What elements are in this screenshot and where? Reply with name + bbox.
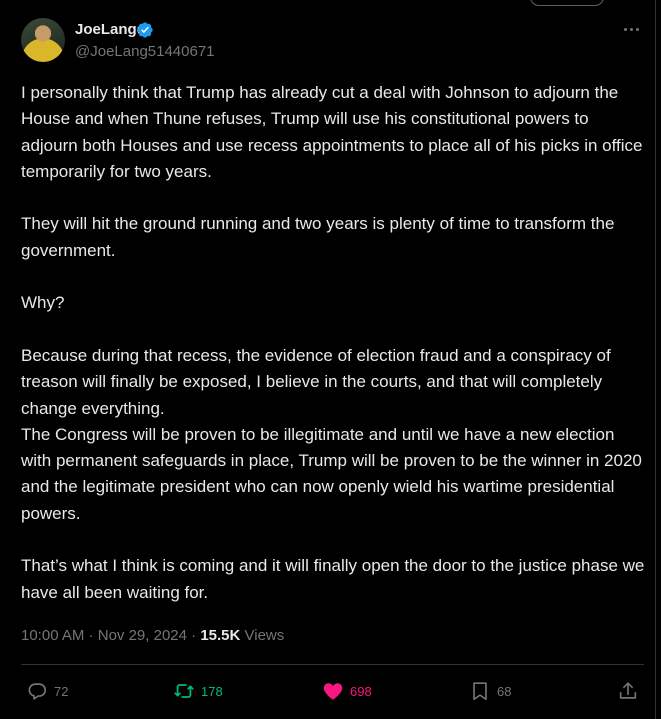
share-icon <box>619 682 637 699</box>
tweet-meta: 10:00 AM · Nov 29, 2024 · 15.5K Views <box>21 627 284 644</box>
retweet-icon <box>174 684 194 698</box>
bookmark-count: 68 <box>497 683 512 699</box>
tweet-time[interactable]: 10:00 AM <box>21 627 84 644</box>
tweet-paragraph: They will hit the ground running and two… <box>21 214 615 260</box>
author-handle[interactable]: @JoeLang51440671 <box>75 43 215 60</box>
views-label: Views <box>244 627 285 644</box>
heart-icon <box>323 683 343 700</box>
tweet-text: I personally think that Trump has alread… <box>21 80 646 606</box>
reply-icon <box>28 683 47 700</box>
reply-button[interactable]: 72 <box>26 680 68 702</box>
share-button[interactable] <box>617 680 639 702</box>
tweet-date[interactable]: Nov 29, 2024 <box>98 627 187 644</box>
reply-count: 72 <box>54 683 69 699</box>
meta-separator: · <box>84 627 98 644</box>
verified-badge-icon <box>137 22 153 38</box>
bookmark-button[interactable]: 68 <box>469 680 511 702</box>
tweet-paragraph: The Congress will be proven to be illegi… <box>21 424 642 523</box>
retweet-button[interactable]: 178 <box>173 680 223 702</box>
bookmark-icon <box>473 682 487 701</box>
top-button-edge[interactable] <box>530 0 604 6</box>
divider <box>21 664 644 665</box>
tweet-paragraph: That’s what I think is coming and it wil… <box>21 556 645 602</box>
tweet-paragraph: I personally think that Trump has alread… <box>21 83 643 181</box>
avatar[interactable] <box>21 18 65 62</box>
retweet-count: 178 <box>201 683 223 699</box>
author-display-name[interactable]: JoeLange <box>75 21 145 38</box>
views-count: 15.5K <box>200 627 241 644</box>
meta-separator: · <box>186 627 201 644</box>
like-count: 698 <box>350 683 372 699</box>
like-button[interactable]: 698 <box>322 680 372 702</box>
more-icon[interactable] <box>620 22 642 36</box>
tweet-paragraph: Because during that recess, the evidence… <box>21 345 611 418</box>
tweet-paragraph: Why? <box>21 293 65 313</box>
tweet-container: JoeLange @JoeLang51440671 I personally t… <box>0 0 656 719</box>
